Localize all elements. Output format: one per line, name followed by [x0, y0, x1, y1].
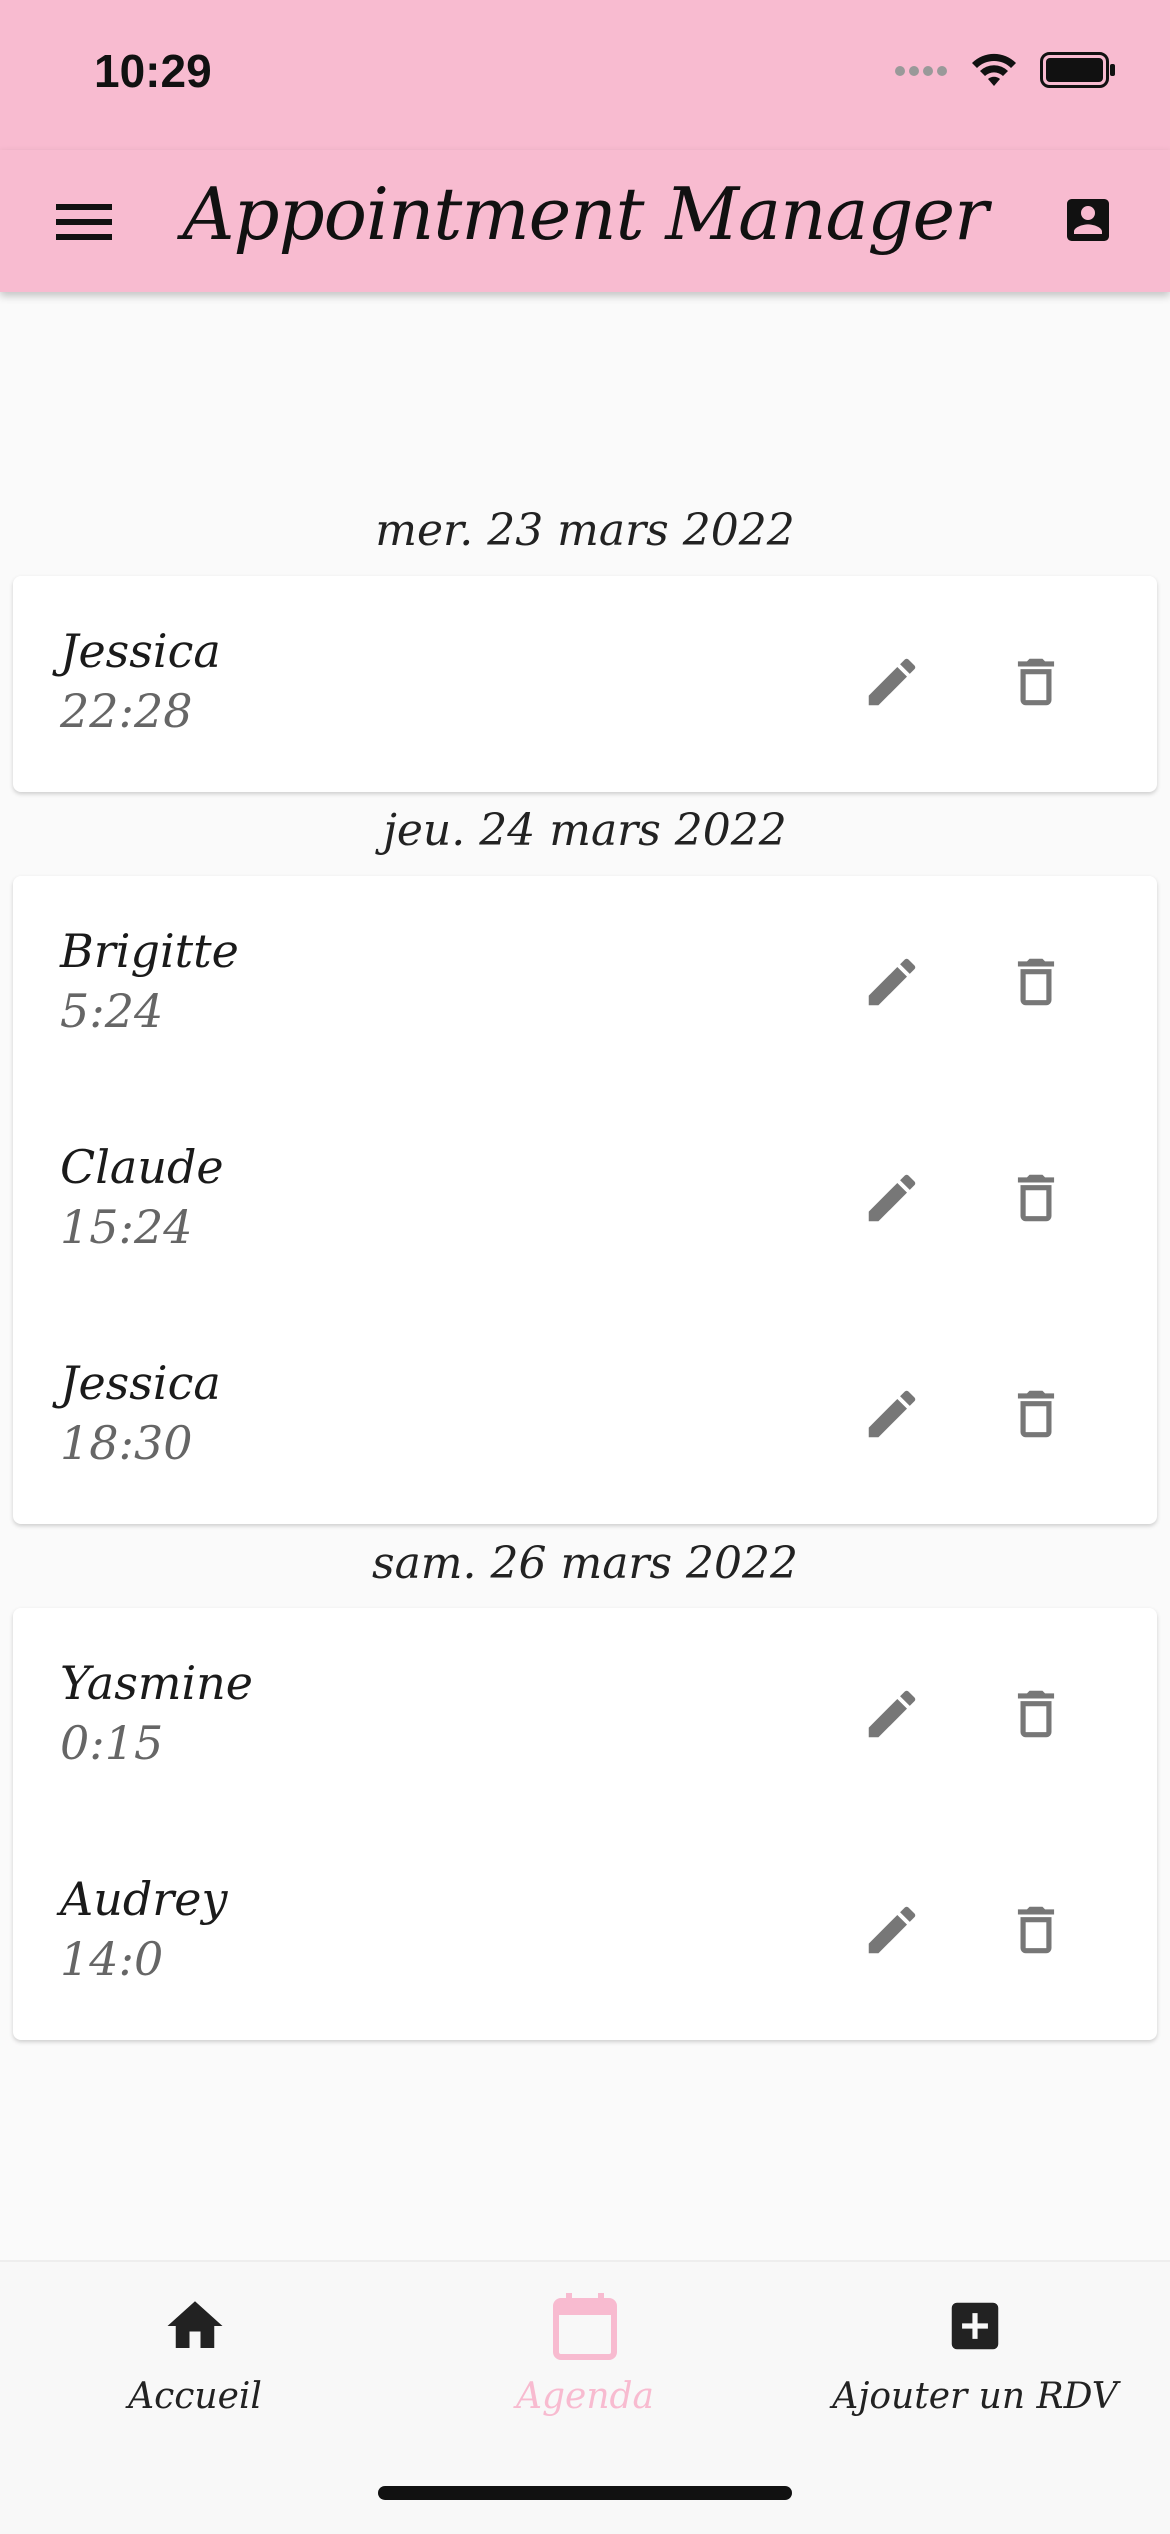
appointment-time: 15:24: [60, 1200, 193, 1254]
status-time: 10:29: [94, 45, 212, 97]
delete-button[interactable]: [1000, 948, 1072, 1020]
client-name: Claude: [60, 1140, 224, 1194]
delete-button[interactable]: [1000, 1680, 1072, 1752]
appointment-row: Jessica 18:30: [13, 1308, 1157, 1524]
trash-icon: [1005, 951, 1067, 1017]
add-box-icon: [944, 2295, 1006, 2361]
pencil-icon: [861, 951, 923, 1017]
pencil-icon: [861, 1683, 923, 1749]
edit-button[interactable]: [856, 948, 928, 1020]
trash-icon: [1005, 1899, 1067, 1965]
delete-button[interactable]: [1000, 1896, 1072, 1968]
nav-item-agenda[interactable]: Agenda: [390, 2290, 780, 2417]
edit-button[interactable]: [856, 1380, 928, 1452]
nav-label: Accueil: [128, 2376, 262, 2417]
nav-item-accueil[interactable]: Accueil: [0, 2290, 390, 2417]
nav-item-ajouter-rdv[interactable]: Ajouter un RDV: [780, 2290, 1170, 2417]
edit-button[interactable]: [856, 1164, 928, 1236]
client-name: Brigitte: [60, 924, 239, 978]
home-icon: [162, 2293, 228, 2363]
appointment-time: 22:28: [60, 684, 193, 738]
delete-button[interactable]: [1000, 648, 1072, 720]
appointment-row: Claude 15:24: [13, 1092, 1157, 1308]
edit-button[interactable]: [856, 1680, 928, 1752]
appointment-row: Jessica 22:28: [13, 576, 1157, 792]
status-bar: 10:29: [0, 0, 1170, 150]
client-name: Audrey: [60, 1872, 228, 1926]
app-title: Appointment Manager: [182, 172, 989, 256]
appointment-row: Yasmine 0:15: [13, 1608, 1157, 1824]
home-indicator: [378, 2486, 792, 2500]
app-bar: Appointment Manager: [0, 150, 1170, 292]
trash-icon: [1005, 1167, 1067, 1233]
delete-button[interactable]: [1000, 1380, 1072, 1452]
account-box-icon: [1060, 192, 1116, 252]
nav-label: Agenda: [515, 2376, 655, 2417]
trash-icon: [1005, 651, 1067, 717]
trash-icon: [1005, 1383, 1067, 1449]
pencil-icon: [861, 651, 923, 717]
appointment-card: Jessica 22:28: [13, 576, 1157, 792]
appointment-time: 18:30: [60, 1416, 193, 1470]
edit-button[interactable]: [856, 1896, 928, 1968]
appointment-card: Yasmine 0:15 Audrey 14:0: [13, 1608, 1157, 2040]
pencil-icon: [861, 1167, 923, 1233]
wifi-icon: [970, 52, 1018, 92]
date-header: mer. 23 mars 2022: [375, 505, 795, 556]
account-button[interactable]: [1052, 186, 1124, 258]
battery-icon: [1040, 52, 1116, 92]
edit-button[interactable]: [856, 648, 928, 720]
date-header: jeu. 24 mars 2022: [383, 805, 787, 856]
pencil-icon: [861, 1383, 923, 1449]
trash-icon: [1005, 1683, 1067, 1749]
delete-button[interactable]: [1000, 1164, 1072, 1236]
signal-icon: [894, 63, 948, 82]
status-icons: [894, 52, 1116, 92]
appointment-time: 5:24: [60, 984, 164, 1038]
client-name: Yasmine: [60, 1656, 254, 1710]
appointment-time: 14:0: [60, 1932, 164, 1986]
nav-label: Ajouter un RDV: [832, 2376, 1118, 2417]
client-name: Jessica: [60, 624, 221, 678]
pencil-icon: [861, 1899, 923, 1965]
appointment-row: Brigitte 5:24: [13, 876, 1157, 1092]
calendar-icon: [552, 2291, 618, 2365]
date-header: sam. 26 mars 2022: [371, 1538, 798, 1589]
appointment-time: 0:15: [60, 1716, 164, 1770]
appointment-row: Audrey 14:0: [13, 1824, 1157, 2040]
client-name: Jessica: [60, 1356, 221, 1410]
appointment-card: Brigitte 5:24 Claude 15:24 Jessica 18:30: [13, 876, 1157, 1524]
